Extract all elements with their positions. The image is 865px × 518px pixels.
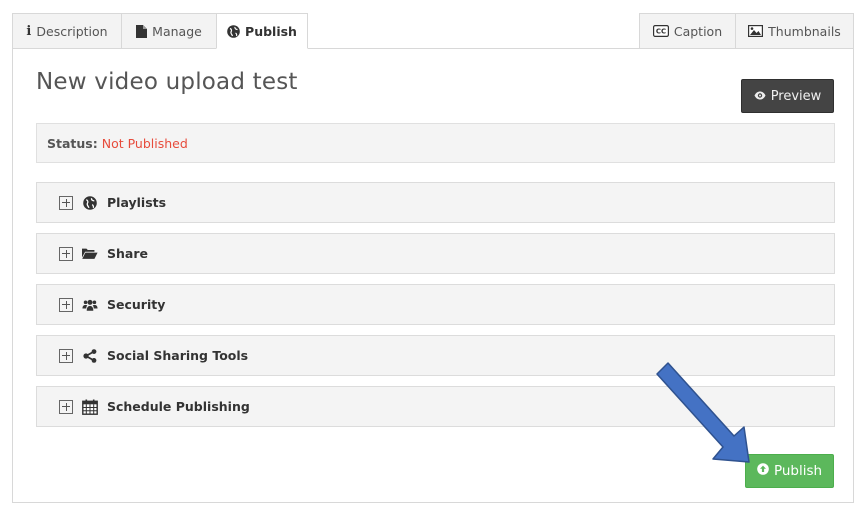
- users-icon: [82, 297, 98, 313]
- status-bar: Status: Not Published: [36, 123, 835, 163]
- tab-label: Caption: [673, 23, 723, 39]
- preview-label: Preview: [770, 88, 822, 104]
- image-icon: [748, 25, 764, 37]
- section-playlists[interactable]: Playlists: [36, 182, 835, 223]
- tab-manage[interactable]: Manage: [121, 13, 217, 49]
- preview-button[interactable]: Preview: [741, 79, 834, 113]
- status-label: Status:: [47, 135, 98, 151]
- tab-label: Thumbnails: [768, 23, 841, 39]
- publish-button[interactable]: Publish: [745, 454, 834, 488]
- file-icon: [136, 24, 148, 38]
- globe-icon: [82, 195, 98, 211]
- section-label: Schedule Publishing: [107, 399, 250, 414]
- publish-panel: New video upload test Preview Status: No…: [12, 48, 854, 503]
- section-label: Social Sharing Tools: [107, 348, 249, 363]
- tab-label: Description: [36, 23, 108, 39]
- expand-icon[interactable]: [59, 297, 73, 312]
- section-share[interactable]: Share: [36, 233, 835, 274]
- tab-thumbnails[interactable]: Thumbnails: [735, 13, 854, 49]
- section-label: Playlists: [107, 195, 167, 210]
- publish-label: Publish: [773, 463, 823, 479]
- tab-caption[interactable]: CC Caption: [639, 13, 736, 49]
- cc-icon: CC: [652, 25, 669, 37]
- tab-label: Publish: [245, 23, 297, 39]
- tab-label: Manage: [152, 23, 202, 39]
- section-social-sharing-tools[interactable]: Social Sharing Tools: [36, 335, 835, 376]
- expand-icon[interactable]: [59, 348, 73, 363]
- section-schedule-publishing[interactable]: Schedule Publishing: [36, 386, 835, 427]
- section-label: Security: [107, 297, 166, 312]
- expand-icon[interactable]: [59, 399, 73, 414]
- expand-icon[interactable]: [59, 246, 73, 261]
- expand-icon[interactable]: [59, 195, 73, 210]
- info-icon: i: [26, 23, 32, 39]
- eye-icon: [754, 89, 766, 104]
- tab-description[interactable]: i Description: [12, 13, 122, 49]
- section-label: Share: [107, 246, 148, 261]
- upload-circle-icon: [757, 463, 769, 479]
- globe-icon: [227, 24, 240, 38]
- svg-text:CC: CC: [656, 28, 666, 36]
- share-nodes-icon: [82, 348, 98, 364]
- section-security[interactable]: Security: [36, 284, 835, 325]
- tab-publish[interactable]: Publish: [216, 13, 308, 49]
- calendar-icon: [82, 399, 98, 415]
- page-title: New video upload test: [36, 69, 298, 95]
- folder-open-icon: [82, 246, 98, 262]
- status-value: Not Published: [101, 135, 188, 151]
- tab-bar: i Description Manage Publish CC Caption …: [12, 13, 854, 49]
